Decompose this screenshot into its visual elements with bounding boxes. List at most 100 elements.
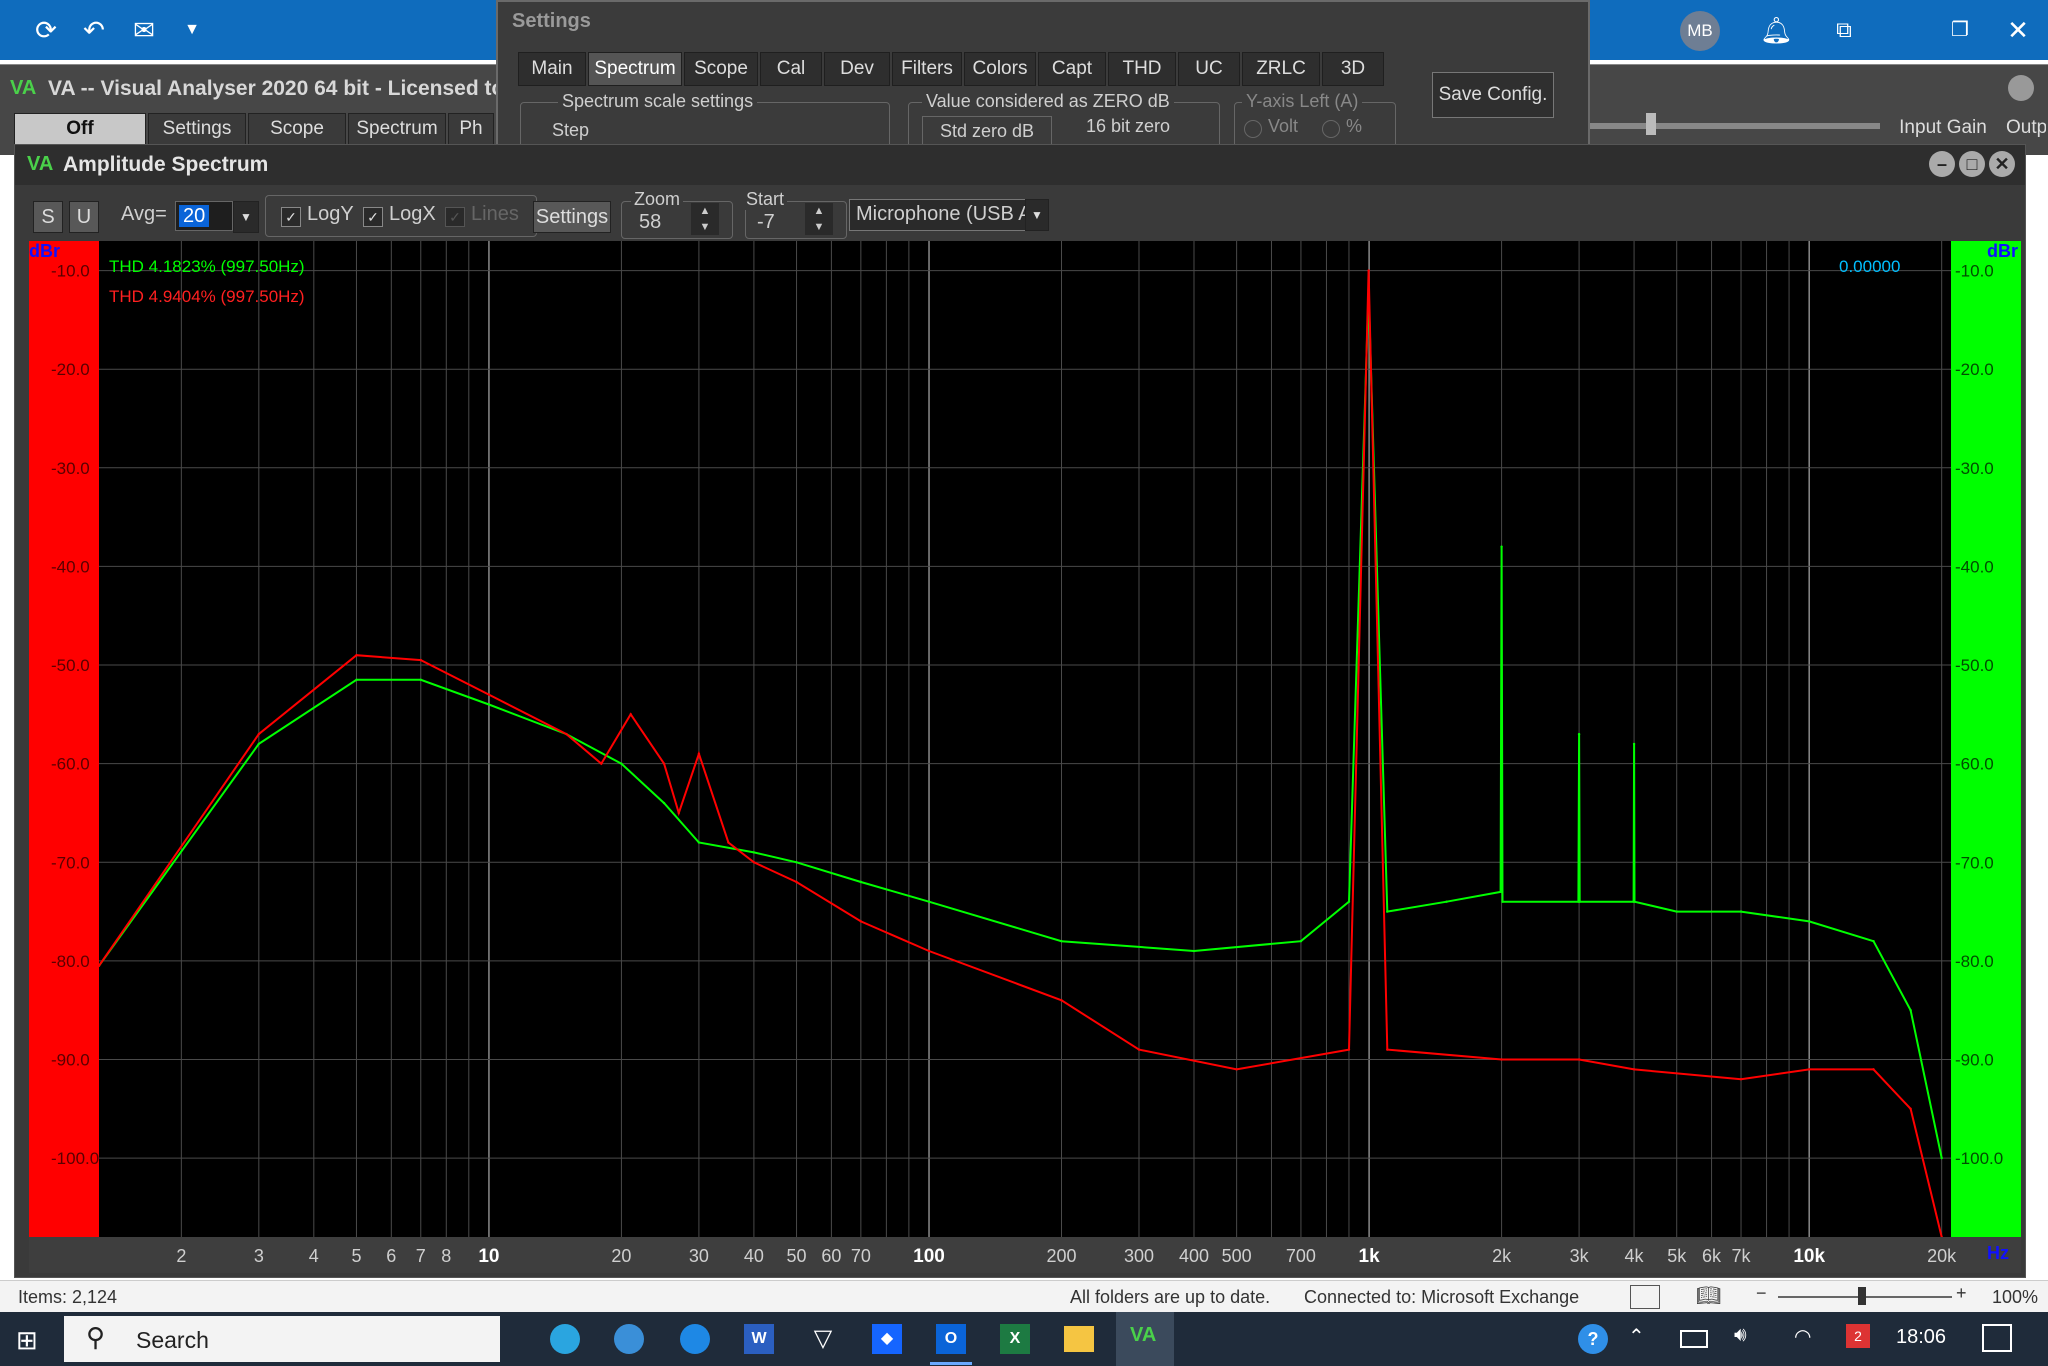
dropbox-icon[interactable]: ◆ <box>872 1324 902 1354</box>
start-spinner[interactable]: ▲ ▼ <box>805 203 833 235</box>
y-tick-label-right: -40.0 <box>1955 557 1994 576</box>
logy-checkbox[interactable]: ✓ <box>281 207 301 227</box>
gain-slider-handle[interactable] <box>1646 113 1656 135</box>
start-value[interactable]: -7 <box>757 211 775 234</box>
reading-view-icon[interactable]: 📖︎ <box>1696 1283 1721 1308</box>
x-tick-label: 6 <box>386 1246 396 1266</box>
avatar[interactable]: MB <box>1680 11 1720 51</box>
scope-button[interactable]: Scope <box>248 113 346 145</box>
fox-icon[interactable]: ▽ <box>808 1324 838 1354</box>
zoom-out-icon[interactable]: − <box>1756 1283 1767 1304</box>
y-tick-label-right: -70.0 <box>1955 853 1994 872</box>
volt-label: Volt <box>1268 116 1299 136</box>
wifi-icon[interactable]: ◠ <box>1794 1324 1811 1349</box>
off-button[interactable]: Off <box>14 113 146 145</box>
tab-colors[interactable]: Colors <box>964 52 1036 86</box>
tab-3d[interactable]: 3D <box>1322 52 1384 86</box>
battery-icon[interactable] <box>1680 1330 1708 1348</box>
zoom-spinner[interactable]: ▲ ▼ <box>691 203 719 235</box>
excel-icon[interactable]: X <box>1000 1324 1030 1354</box>
va-main-title: VA -- Visual Analyser 2020 64 bit - Lice… <box>48 77 512 100</box>
notification-badge[interactable]: 2 <box>1846 1324 1870 1348</box>
tab-uc[interactable]: UC <box>1178 52 1240 86</box>
tab-cal[interactable]: Cal <box>760 52 822 86</box>
word-icon[interactable]: W <box>744 1324 774 1354</box>
save-config-button[interactable]: Save Config. <box>1432 72 1554 118</box>
phase-button[interactable]: Ph <box>448 113 494 145</box>
x-tick-label: 100 <box>913 1246 945 1267</box>
x-tick-label: 200 <box>1046 1246 1076 1266</box>
items-count: Items: 2,124 <box>18 1287 118 1307</box>
tab-main[interactable]: Main <box>518 52 586 86</box>
s-button[interactable]: S <box>33 201 63 233</box>
va-main-close[interactable] <box>2008 75 2034 101</box>
chevron-down-icon[interactable]: ▼ <box>233 201 259 233</box>
taskbar: ⊞ ⚲ Search W ▽ ◆ O X VA ? ⌃ 🔊︎ ◠ 2 18:06 <box>0 1312 2048 1366</box>
x-tick-label: 700 <box>1286 1246 1316 1266</box>
search-box[interactable]: ⚲ Search <box>64 1316 500 1362</box>
display-icon[interactable]: ⧉ <box>1828 14 1860 46</box>
device-select[interactable]: Microphone (USB A <box>849 199 1032 231</box>
settings-button[interactable]: Settings <box>533 201 611 233</box>
y-tick-label-right: -30.0 <box>1955 459 1994 478</box>
tab-zrlc[interactable]: ZRLC <box>1242 52 1320 86</box>
action-center-icon[interactable] <box>1982 1324 2012 1352</box>
normal-view-icon[interactable] <box>1630 1285 1660 1309</box>
zoom-slider-handle[interactable] <box>1858 1287 1866 1305</box>
tab-dev[interactable]: Dev <box>824 52 890 86</box>
spectrum-button[interactable]: Spectrum <box>348 113 446 145</box>
clock[interactable]: 18:06 <box>1896 1326 1946 1349</box>
tab-thd[interactable]: THD <box>1108 52 1176 86</box>
std-zero-db-button[interactable]: Std zero dB <box>922 116 1052 146</box>
windows-start-icon[interactable]: ⊞ <box>16 1326 44 1354</box>
close-icon[interactable]: ✕ <box>2002 14 2034 46</box>
percent-radio[interactable] <box>1322 120 1340 138</box>
file-explorer-icon[interactable] <box>1064 1326 1094 1352</box>
bit-zero-value: 16 bit zero <box>1086 116 1171 136</box>
chevron-down-icon[interactable]: ▼ <box>1025 199 1049 231</box>
zoom-level: 100% <box>1992 1287 2039 1307</box>
minimize-icon[interactable]: – <box>1929 151 1955 177</box>
settings-button[interactable]: Settings <box>148 113 246 145</box>
u-button[interactable]: U <box>69 201 99 233</box>
spectrum-titlebar: VA Amplitude Spectrum – □ ✕ <box>15 145 2025 185</box>
tab-capt[interactable]: Capt <box>1038 52 1106 86</box>
cloud-icon[interactable] <box>680 1324 710 1354</box>
bell-icon[interactable]: 🔔︎ <box>1760 14 1793 46</box>
percent-label: % <box>1346 116 1363 136</box>
volt-radio[interactable] <box>1244 120 1262 138</box>
amplitude-spectrum-window: VA Amplitude Spectrum – □ ✕ S U Avg= 20 … <box>14 144 2026 1278</box>
restore-icon[interactable]: ❐ <box>1944 14 1976 46</box>
y-tick-label-right: -20.0 <box>1955 360 1994 379</box>
status-bar: Items: 2,124 All folders are up to date.… <box>0 1280 2048 1313</box>
help-icon[interactable]: ? <box>1578 1324 1608 1354</box>
logx-label: LogX <box>389 203 436 225</box>
tab-scope[interactable]: Scope <box>684 52 758 86</box>
x-tick-label: 3 <box>254 1246 264 1266</box>
chevron-down-icon[interactable]: ▼ <box>176 14 208 46</box>
va-logo: VA <box>27 153 54 175</box>
tab-filters[interactable]: Filters <box>892 52 962 86</box>
sync-icon[interactable]: ⟳ <box>30 14 62 46</box>
onedrive-icon[interactable] <box>614 1324 644 1354</box>
volume-icon[interactable]: 🔊︎ <box>1734 1324 1747 1347</box>
x-tick-label: 60 <box>821 1246 841 1266</box>
lines-checkbox[interactable]: ✓ <box>445 207 465 227</box>
tab-spectrum[interactable]: Spectrum <box>588 52 682 86</box>
zoom-value[interactable]: 58 <box>639 211 661 234</box>
mail-icon[interactable]: ✉ <box>128 14 160 46</box>
chevron-up-icon[interactable]: ⌃ <box>1628 1324 1645 1349</box>
avg-select[interactable]: 20 <box>175 201 233 231</box>
logx-checkbox[interactable]: ✓ <box>363 207 383 227</box>
gain-slider-track[interactable] <box>1590 123 1880 129</box>
close-icon[interactable]: ✕ <box>1989 151 2015 177</box>
undo-icon[interactable]: ↶ <box>78 14 110 46</box>
y-tick-label-right: -90.0 <box>1955 1050 1994 1069</box>
zoom-in-icon[interactable]: + <box>1956 1283 1967 1304</box>
va-taskbar-button[interactable]: VA <box>1116 1312 1174 1366</box>
y-tick-label-left: -90.0 <box>51 1050 90 1069</box>
maximize-icon[interactable]: □ <box>1959 151 1985 177</box>
search-icon: ⚲ <box>86 1322 106 1352</box>
edge-icon[interactable] <box>550 1324 580 1354</box>
outlook-icon[interactable]: O <box>936 1324 966 1354</box>
